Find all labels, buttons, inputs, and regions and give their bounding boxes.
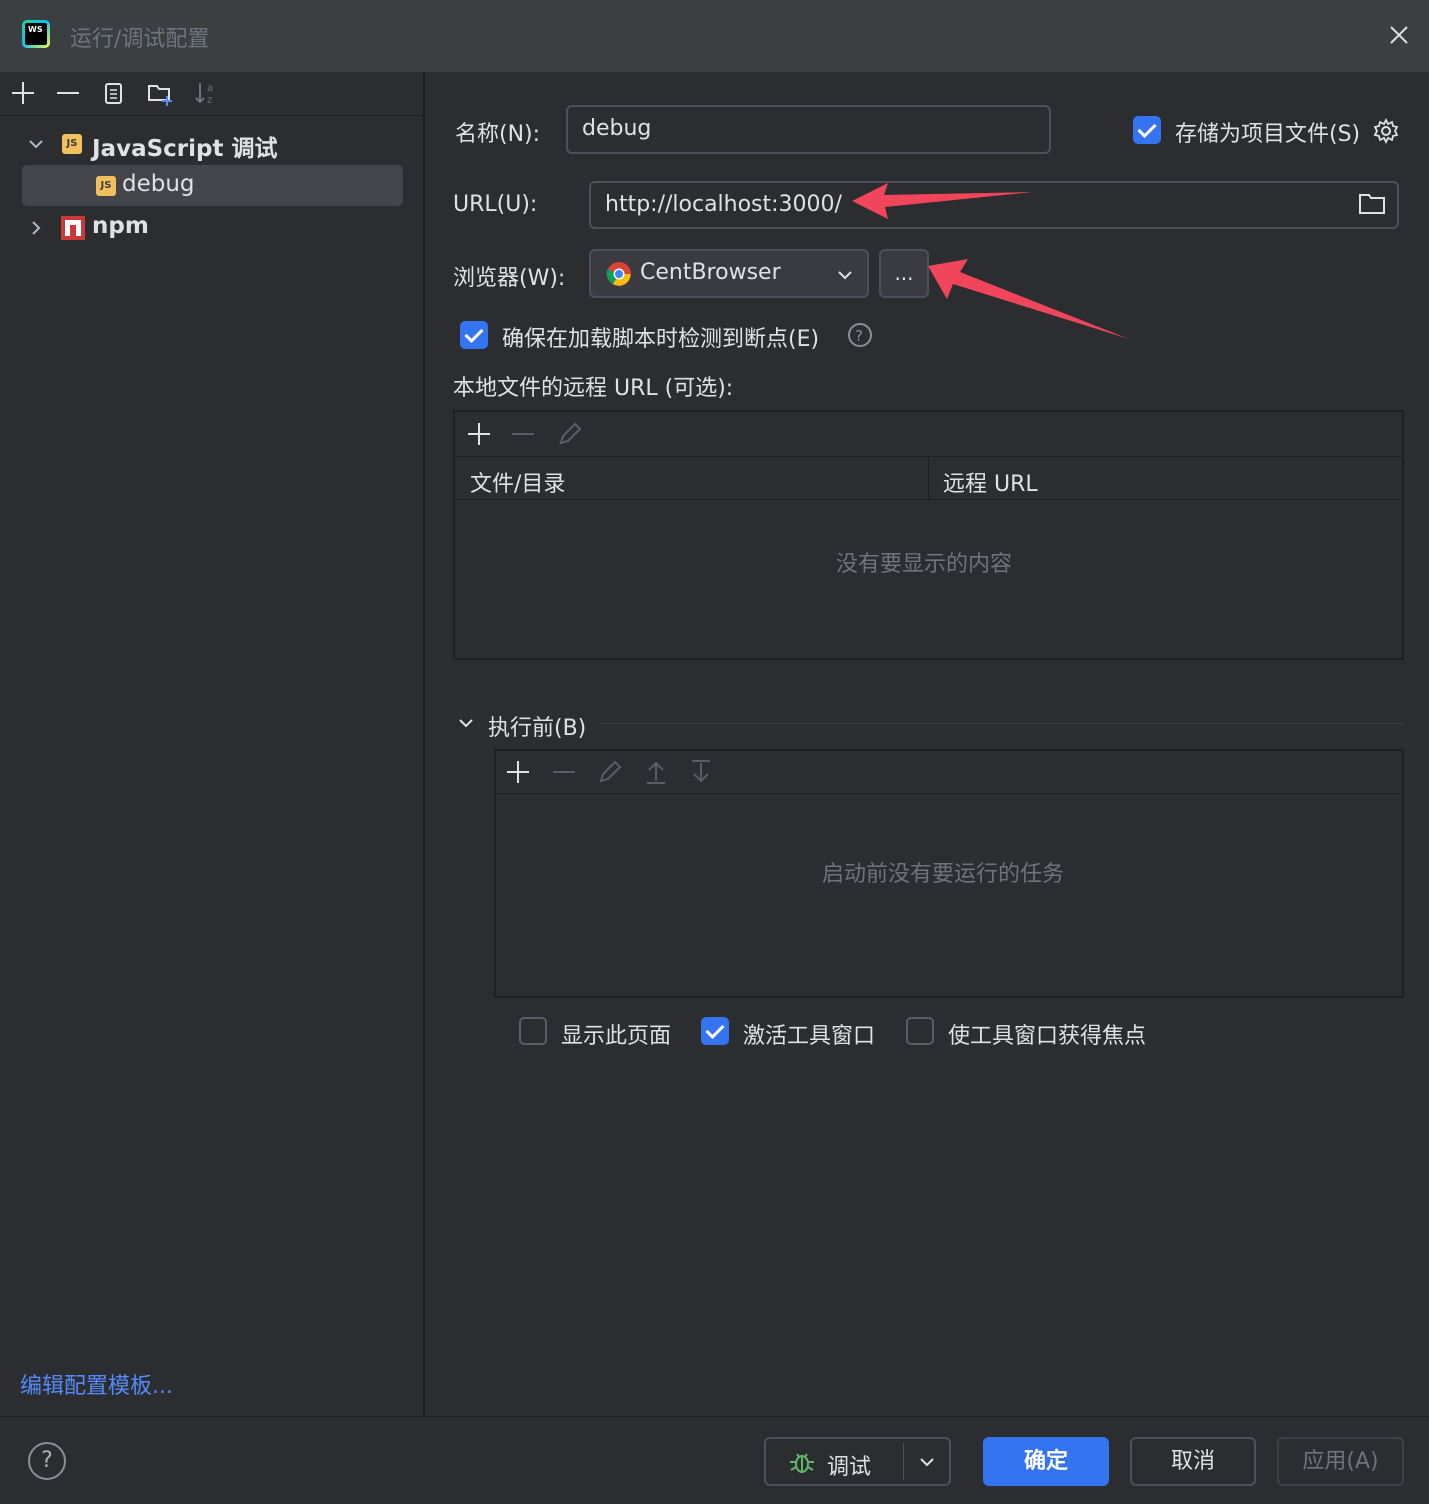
window-title: 运行/调试配置 — [70, 27, 210, 52]
new-folder-icon[interactable] — [147, 80, 173, 106]
remote-urls-table — [453, 410, 1404, 660]
store-as-project-label: 存储为项目文件(S) — [1175, 122, 1361, 147]
move-up-icon — [647, 761, 665, 784]
npm-icon — [61, 216, 85, 240]
svg-text:a: a — [207, 83, 213, 94]
chrome-browser-icon — [606, 262, 631, 286]
close-icon[interactable] — [1388, 24, 1410, 46]
chevron-down-icon[interactable] — [26, 134, 46, 154]
remove-icon — [512, 433, 534, 435]
folder-icon[interactable] — [1358, 192, 1386, 216]
debug-button-label: 调试 — [827, 1455, 872, 1480]
add-icon[interactable] — [505, 759, 531, 785]
show-page-label: 显示此页面 — [561, 1024, 672, 1049]
chevron-down-icon[interactable] — [917, 1452, 937, 1472]
javascript-config-icon: JS — [96, 176, 116, 196]
column-header-file[interactable]: 文件/目录 — [470, 466, 565, 498]
name-label: 名称(N): — [455, 122, 541, 147]
edit-icon — [559, 422, 582, 445]
tree-item-javascript-debug[interactable]: JavaScript 调试 — [92, 129, 277, 163]
remote-table-empty-text: 没有要显示的内容 — [836, 552, 1013, 577]
help-button[interactable]: ? — [28, 1442, 66, 1480]
activate-tool-window-label: 激活工具窗口 — [743, 1024, 876, 1049]
apply-button[interactable]: 应用(A) — [1277, 1437, 1404, 1486]
title-bar — [0, 0, 1429, 72]
help-icon[interactable]: ? — [846, 321, 874, 349]
ok-button[interactable]: 确定 — [983, 1437, 1109, 1486]
before-launch-label[interactable]: 执行前(B) — [488, 710, 586, 742]
javascript-debug-icon: JS — [62, 134, 82, 154]
edit-icon — [599, 760, 622, 783]
gear-icon[interactable] — [1372, 117, 1400, 145]
chevron-right-icon[interactable] — [26, 218, 46, 238]
url-label: URL(U): — [453, 192, 538, 217]
remove-icon[interactable] — [55, 80, 81, 106]
tree-item-npm[interactable]: npm — [92, 213, 149, 239]
name-input-value: debug — [582, 116, 652, 141]
svg-text:z: z — [207, 95, 212, 106]
tree-item-debug[interactable] — [22, 165, 403, 206]
config-tree-panel — [0, 72, 425, 1416]
svg-text:?: ? — [855, 327, 863, 345]
copy-icon[interactable] — [101, 80, 127, 106]
browser-more-button[interactable]: ... — [879, 249, 929, 298]
ensure-breakpoints-label: 确保在加载脚本时检测到断点(E) — [502, 327, 820, 352]
edit-templates-link[interactable]: 编辑配置模板... — [20, 1368, 173, 1400]
chevron-down-icon — [838, 271, 852, 280]
webstorm-logo-icon: WS — [22, 20, 50, 48]
remove-icon — [553, 771, 575, 773]
browser-label: 浏览器(W): — [453, 266, 566, 291]
tree-item-debug-label: debug — [122, 171, 195, 197]
show-page-checkbox[interactable] — [519, 1017, 547, 1045]
remote-urls-label: 本地文件的远程 URL (可选): — [453, 376, 734, 401]
ensure-breakpoints-checkbox[interactable] — [460, 321, 488, 349]
bug-icon — [790, 1453, 814, 1473]
activate-tool-window-checkbox[interactable] — [701, 1017, 729, 1045]
column-header-remote-url[interactable]: 远程 URL — [943, 466, 1038, 498]
add-icon[interactable] — [466, 421, 492, 447]
before-launch-empty-text: 启动前没有要运行的任务 — [822, 862, 1065, 887]
focus-tool-window-checkbox[interactable] — [906, 1017, 934, 1045]
browser-select-value: CentBrowser — [640, 260, 781, 285]
sort-icon[interactable]: az — [193, 80, 219, 106]
url-input-value: http://localhost:3000/ — [605, 192, 842, 217]
move-down-icon — [692, 760, 710, 783]
store-as-project-checkbox[interactable] — [1133, 116, 1161, 144]
focus-tool-window-label: 使工具窗口获得焦点 — [948, 1024, 1147, 1049]
cancel-button[interactable]: 取消 — [1130, 1437, 1256, 1486]
split-divider — [903, 1443, 904, 1480]
column-divider — [928, 457, 929, 499]
add-icon[interactable] — [10, 80, 36, 106]
chevron-down-icon[interactable] — [456, 713, 476, 733]
